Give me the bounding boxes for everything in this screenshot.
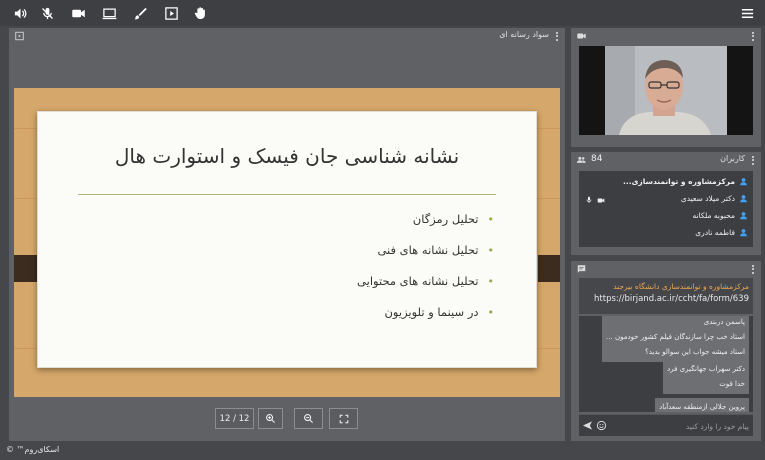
chat-message: پروین جلالی ازمنطقه سعدآباد xyxy=(655,398,749,412)
slide-bullet: تحلیل رمزگان xyxy=(357,204,494,235)
user-row[interactable]: مرکزمشاوره و توانمندسازی... xyxy=(623,173,748,190)
video-panel-menu-icon[interactable] xyxy=(748,29,758,43)
send-icon[interactable] xyxy=(582,420,593,431)
brush-icon[interactable] xyxy=(130,3,150,23)
fullscreen-icon xyxy=(339,414,348,423)
video-panel-header xyxy=(571,28,761,44)
zoom-out-button[interactable] xyxy=(294,408,323,429)
chat-message-line: استاد میشه جواب این سوالو بدید؟ xyxy=(645,348,745,356)
speaker-icon[interactable] xyxy=(10,3,30,23)
users-panel-header: 84 کاربران xyxy=(571,152,761,168)
users-icon xyxy=(576,156,586,163)
screen-share-icon[interactable] xyxy=(99,3,119,23)
mic-off-icon[interactable] xyxy=(37,3,57,23)
slide-right-tab xyxy=(538,255,560,282)
user-camera-icon xyxy=(597,198,605,203)
media-panel-title: سواد رسانه ای xyxy=(499,30,549,39)
chat-icon xyxy=(577,265,586,273)
hamburger-menu-icon[interactable] xyxy=(737,3,757,23)
user-row[interactable]: دکتر میلاد سعیدی xyxy=(681,190,748,207)
user-avatar-icon xyxy=(740,178,747,186)
user-mic-icon xyxy=(586,196,592,203)
top-toolbar xyxy=(0,0,765,26)
webcam-feed xyxy=(579,46,753,135)
page-indicator[interactable]: 12 / 12 xyxy=(215,408,254,429)
camera-icon[interactable] xyxy=(68,3,88,23)
slide-bullet-list: تحلیل رمزگان تحلیل نشانه های فنی تحلیل ن… xyxy=(357,204,494,328)
chat-message-line: خدا قوت xyxy=(719,380,745,388)
user-name: دکتر میلاد سعیدی xyxy=(680,194,735,203)
emoji-icon[interactable] xyxy=(596,420,607,431)
media-panel: سواد رسانه ای نشانه شناسی جان فیسک و است… xyxy=(9,28,565,441)
users-count: 84 xyxy=(591,154,603,164)
users-list: مرکزمشاوره و توانمندسازی... دکتر میلاد س… xyxy=(579,171,753,247)
raise-hand-icon[interactable] xyxy=(190,3,210,23)
pinned-title: مرکزمشاوره و توانمندسازی دانشگاه بیرجند xyxy=(613,282,749,291)
slide-bullet: در سینما و تلویزیون xyxy=(357,297,494,328)
user-name: محبوبه ملکانه xyxy=(692,211,735,220)
chat-message-line: دکتر سهراب جهانگیری فرد xyxy=(667,365,745,373)
chat-message: دکتر سهراب جهانگیری فرد خدا قوت xyxy=(663,360,749,394)
play-media-icon[interactable] xyxy=(161,3,181,23)
video-camera-icon xyxy=(577,33,586,39)
slide-title: نشانه شناسی جان فیسک و استوارت هال xyxy=(114,144,460,168)
chat-message: پاسمن دربندی استاد خب چرا سازندگان فیلم … xyxy=(602,316,749,362)
chat-panel-header xyxy=(571,261,761,277)
media-panel-icon[interactable] xyxy=(14,31,25,41)
presentation-slide: نشانه شناسی جان فیسک و استوارت هال تحلیل… xyxy=(14,88,560,397)
fullscreen-button[interactable] xyxy=(329,408,358,429)
chat-messages: پاسمن دربندی استاد خب چرا سازندگان فیلم … xyxy=(579,316,753,412)
chat-message-input[interactable] xyxy=(615,417,749,435)
media-panel-menu-icon[interactable] xyxy=(552,29,562,43)
user-name: فاطمه نادری xyxy=(695,228,735,237)
slide-bullet: تحلیل نشانه های محتوایی xyxy=(357,266,494,297)
chat-message-line: پاسمن دربندی xyxy=(703,318,745,326)
zoom-in-icon xyxy=(266,414,276,424)
user-avatar-icon xyxy=(740,195,747,203)
user-avatar-icon xyxy=(740,229,747,237)
users-panel-menu-icon[interactable] xyxy=(748,153,758,167)
slide-divider xyxy=(78,194,496,195)
brand-footer: اسکای‌روم™ © xyxy=(6,445,60,454)
chat-message-line: پروین جلالی ازمنطقه سعدآباد xyxy=(659,403,745,411)
media-panel-header: سواد رسانه ای xyxy=(9,28,565,44)
chat-panel-menu-icon[interactable] xyxy=(748,262,758,276)
slide-bullet: تحلیل نشانه های فنی xyxy=(357,235,494,266)
slide-card: نشانه شناسی جان فیسک و استوارت هال تحلیل… xyxy=(37,111,537,368)
user-row[interactable]: فاطمه نادری xyxy=(695,224,748,241)
chat-message-line: استاد خب چرا سازندگان فیلم کشور خودمون .… xyxy=(606,333,745,341)
user-row[interactable]: محبوبه ملکانه xyxy=(692,207,748,224)
zoom-in-button[interactable] xyxy=(258,408,283,429)
user-avatar-icon xyxy=(740,212,747,220)
pinned-link[interactable]: https://birjand.ac.ir/ccht/fa/form/639 xyxy=(583,294,749,304)
presenter-video-image xyxy=(579,46,753,135)
pinned-message: مرکزمشاوره و توانمندسازی دانشگاه بیرجند … xyxy=(579,278,753,314)
users-panel-title: کاربران xyxy=(720,154,745,163)
user-name: مرکزمشاوره و توانمندسازی... xyxy=(623,177,735,186)
zoom-out-icon xyxy=(304,414,314,424)
chat-input-bar xyxy=(579,414,753,436)
